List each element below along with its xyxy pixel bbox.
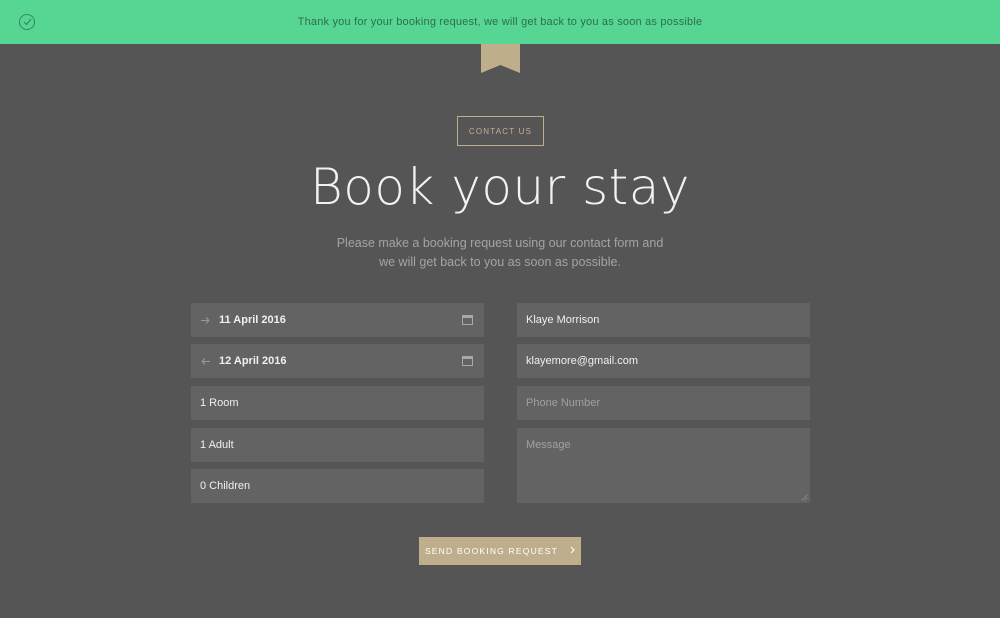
submit-label: SEND BOOKING REQUEST	[424, 546, 559, 556]
check-in-date-value: 11 April 2016	[219, 314, 286, 326]
check-out-date-value: 12 April 2016	[219, 355, 287, 367]
check-circle-icon	[19, 14, 35, 30]
children-value: 0 Children	[200, 480, 251, 492]
children-select[interactable]: 0 Children	[191, 469, 484, 503]
email-field[interactable]: klayemore@gmail.com	[517, 344, 810, 378]
phone-placeholder: Phone Number	[526, 397, 600, 409]
page-subtitle: Please make a booking request using our …	[336, 236, 664, 269]
page-title: Book your stay	[310, 158, 690, 216]
bookmark-ribbon-icon	[481, 44, 520, 73]
send-booking-request-button[interactable]: SEND BOOKING REQUEST	[419, 537, 581, 565]
check-in-date-field[interactable]: 11 April 2016	[191, 303, 484, 337]
notification-message: Thank you for your booking request, we w…	[297, 16, 703, 28]
arrow-left-icon	[191, 357, 219, 365]
name-field[interactable]: Klaye Morrison	[517, 303, 810, 337]
message-textarea[interactable]: Message	[517, 428, 810, 503]
check-out-date-field[interactable]: 12 April 2016	[191, 344, 484, 378]
email-value: klayemore@gmail.com	[526, 355, 639, 367]
phone-field[interactable]: Phone Number	[517, 386, 810, 420]
chevron-right-icon	[570, 546, 575, 557]
rooms-value: 1 Room	[200, 397, 239, 409]
calendar-icon[interactable]	[462, 315, 473, 325]
arrow-right-icon	[191, 316, 219, 324]
name-value: Klaye Morrison	[526, 314, 600, 326]
success-notification: Thank you for your booking request, we w…	[0, 0, 1000, 44]
contact-us-label: CONTACT US	[457, 116, 544, 146]
adults-value: 1 Adult	[200, 439, 234, 451]
resize-grip-icon[interactable]	[801, 494, 808, 501]
adults-select[interactable]: 1 Adult	[191, 428, 484, 462]
booking-page: Thank you for your booking request, we w…	[0, 0, 1000, 618]
rooms-select[interactable]: 1 Room	[191, 386, 484, 420]
message-placeholder: Message	[526, 439, 571, 451]
calendar-icon[interactable]	[462, 356, 473, 366]
